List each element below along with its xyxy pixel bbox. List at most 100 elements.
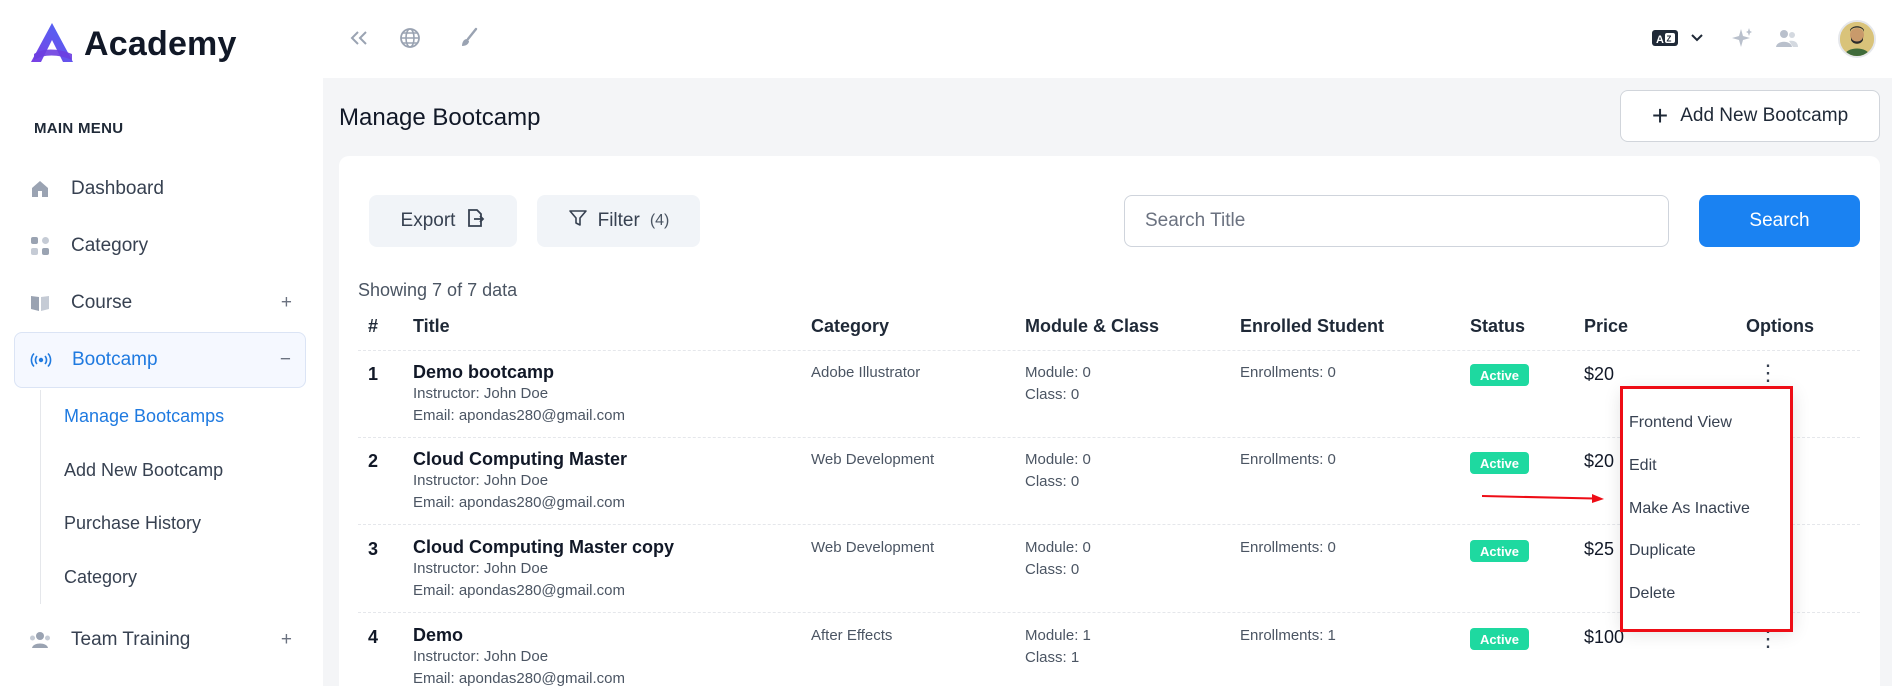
showing-count: Showing 7 of 7 data: [358, 280, 518, 300]
category: Web Development: [811, 451, 935, 468]
enrollments: Enrollments: 0: [1240, 539, 1336, 556]
column-header-enrolled-student: Enrolled Student: [1240, 316, 1384, 336]
annotation-arrow-icon: [1482, 494, 1604, 503]
page-title: Manage Bootcamp: [339, 104, 541, 131]
top-bar: AZ: [323, 0, 1892, 78]
export-button[interactable]: Export: [369, 195, 517, 247]
sidebar-item-course[interactable]: Course +: [14, 275, 306, 331]
price: $20: [1584, 364, 1615, 384]
price: $25: [1584, 539, 1615, 559]
category: After Effects: [811, 627, 893, 644]
grid-icon: [29, 235, 51, 257]
academy-logo-icon: [31, 23, 73, 62]
sidebar-item-label: Course: [71, 292, 133, 313]
sidebar-item-bootcamp[interactable]: Bootcamp −: [14, 332, 306, 388]
collapse-sidebar-icon[interactable]: [347, 26, 371, 50]
column-header-price: Price: [1584, 316, 1629, 336]
class-count: Class: 1: [1025, 649, 1080, 666]
status-badge: Active: [1470, 452, 1530, 474]
class-count: Class: 0: [1025, 561, 1080, 578]
brush-icon[interactable]: [457, 26, 481, 50]
row-number: 2: [368, 451, 379, 471]
column-header-title: Title: [413, 316, 450, 336]
email: Email: apondas280@gmail.com: [413, 407, 625, 424]
sparkle-icon[interactable]: [1730, 26, 1754, 50]
search-input[interactable]: [1124, 195, 1669, 247]
search-button[interactable]: Search: [1699, 195, 1860, 247]
price: $100: [1584, 627, 1625, 647]
bootcamp-title: Cloud Computing Master copy: [413, 537, 674, 557]
module-count: Module: 0: [1025, 539, 1091, 556]
sidebar-subitem-category[interactable]: Category: [64, 551, 306, 605]
sidebar-item-label: Dashboard: [71, 178, 164, 199]
instructor: Instructor: John Doe: [413, 385, 549, 402]
broadcast-icon: [30, 349, 52, 371]
column-header-options: Options: [1746, 316, 1814, 336]
globe-icon[interactable]: [398, 26, 422, 50]
sidebar-item-label: Bootcamp: [72, 349, 158, 370]
expand-icon[interactable]: +: [281, 292, 292, 314]
row-number: 4: [368, 627, 379, 647]
sidebar-item-team-training[interactable]: Team Training +: [14, 612, 306, 668]
sidebar-item-label: Team Training: [71, 629, 191, 650]
more-options-icon[interactable]: ⋮: [1757, 362, 1779, 384]
sidebar: Academy MAIN MENU Dashboard Category Cou…: [0, 0, 323, 686]
svg-text:A: A: [1656, 34, 1664, 46]
header-divider: [358, 350, 1860, 351]
sidebar-subitem-add-new-bootcamp[interactable]: Add New Bootcamp: [64, 444, 306, 498]
collapse-icon[interactable]: −: [280, 349, 291, 371]
sidebar-item-label: Category: [71, 235, 149, 256]
sidebar-subitem-manage-bootcamps[interactable]: Manage Bootcamps: [64, 390, 306, 444]
module-count: Module: 0: [1025, 364, 1091, 381]
annotation-highlight-box: [1620, 386, 1793, 632]
sidebar-nav: Dashboard Category Course + Bootcamp − M…: [14, 161, 306, 669]
category: Web Development: [811, 539, 935, 556]
svg-text:Z: Z: [1667, 35, 1672, 44]
row-number: 3: [368, 539, 379, 559]
users-icon[interactable]: [1775, 26, 1799, 50]
filter-count: (4): [649, 212, 670, 229]
module-count: Module: 1: [1025, 627, 1091, 644]
class-count: Class: 0: [1025, 386, 1080, 403]
home-icon: [29, 178, 51, 200]
sidebar-item-dashboard[interactable]: Dashboard: [14, 161, 306, 217]
price: $20: [1584, 451, 1615, 471]
chevron-down-icon[interactable]: [1685, 26, 1709, 50]
filter-label: Filter: [597, 210, 640, 231]
email: Email: apondas280@gmail.com: [413, 494, 625, 511]
filter-icon: [568, 208, 588, 234]
class-count: Class: 0: [1025, 473, 1080, 490]
add-new-bootcamp-label: Add New Bootcamp: [1680, 105, 1849, 126]
status-badge: Active: [1470, 540, 1530, 562]
plus-icon: +: [1651, 100, 1669, 131]
filter-button[interactable]: Filter (4): [537, 195, 700, 247]
bootcamp-title: Cloud Computing Master: [413, 449, 627, 469]
enrollments: Enrollments: 0: [1240, 451, 1336, 468]
status-badge: Active: [1470, 364, 1530, 386]
instructor: Instructor: John Doe: [413, 560, 549, 577]
column-header-status: Status: [1470, 316, 1526, 336]
expand-icon[interactable]: +: [281, 629, 292, 651]
column-header-category: Category: [811, 316, 890, 336]
language-icon[interactable]: AZ: [1650, 26, 1680, 50]
instructor: Instructor: John Doe: [413, 648, 549, 665]
brand-logo[interactable]: Academy: [28, 20, 237, 68]
category: Adobe Illustrator: [811, 364, 921, 381]
email: Email: apondas280@gmail.com: [413, 582, 625, 599]
column-header-number: #: [368, 316, 379, 336]
add-new-bootcamp-button[interactable]: + Add New Bootcamp: [1620, 90, 1880, 142]
enrollments: Enrollments: 0: [1240, 364, 1336, 381]
sidebar-item-category[interactable]: Category: [14, 218, 306, 274]
brand-name: Academy: [84, 24, 237, 63]
export-label: Export: [400, 210, 456, 231]
main-menu-label: MAIN MENU: [34, 120, 124, 137]
email: Email: apondas280@gmail.com: [413, 670, 625, 686]
book-icon: [29, 292, 51, 314]
instructor: Instructor: John Doe: [413, 472, 549, 489]
enrollments: Enrollments: 1: [1240, 627, 1336, 644]
module-count: Module: 0: [1025, 451, 1091, 468]
sidebar-subitem-purchase-history[interactable]: Purchase History: [64, 497, 306, 551]
team-icon: [29, 629, 51, 651]
row-number: 1: [368, 364, 379, 384]
avatar[interactable]: [1838, 20, 1876, 58]
